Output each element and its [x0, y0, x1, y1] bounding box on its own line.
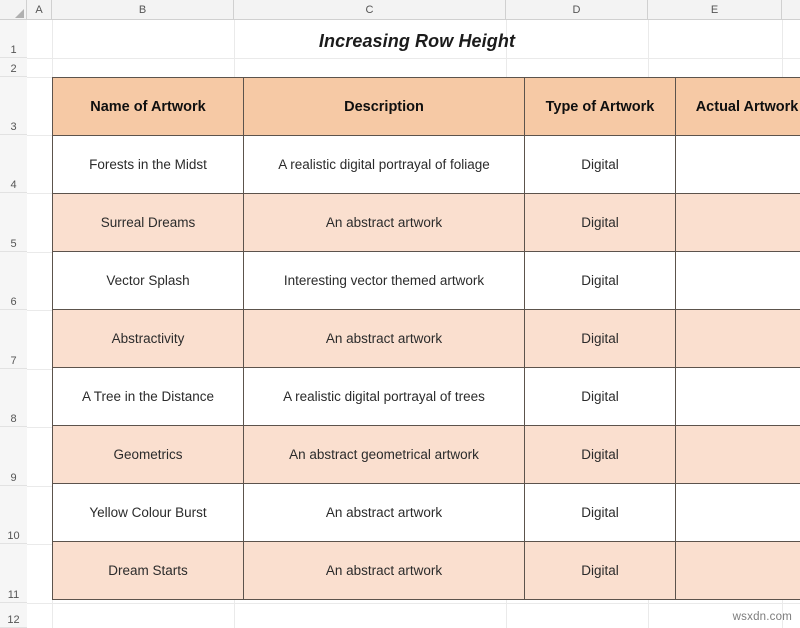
- cell-description[interactable]: Interesting vector themed artwork: [243, 251, 525, 310]
- row-header-11[interactable]: 11: [0, 544, 27, 603]
- table-header-row: Name of Artwork Description Type of Artw…: [52, 77, 800, 136]
- cell-type-of-artwork[interactable]: Digital: [524, 541, 676, 600]
- row-header-1[interactable]: 1: [0, 20, 27, 58]
- cell-name-of-artwork[interactable]: A Tree in the Distance: [52, 367, 244, 426]
- cell-type-of-artwork[interactable]: Digital: [524, 193, 676, 252]
- cell-description[interactable]: A realistic digital portrayal of trees: [243, 367, 525, 426]
- column-header-description[interactable]: Description: [243, 77, 525, 136]
- column-header-type-of-artwork[interactable]: Type of Artwork: [524, 77, 676, 136]
- column-header-name-of-artwork[interactable]: Name of Artwork: [52, 77, 244, 136]
- cell-description[interactable]: A realistic digital portrayal of foliage: [243, 135, 525, 194]
- cell-type-of-artwork[interactable]: Digital: [524, 251, 676, 310]
- cell-actual-artwork[interactable]: [675, 251, 800, 310]
- select-all-triangle-icon: [15, 9, 24, 18]
- row-header-4[interactable]: 4: [0, 135, 27, 193]
- cell-name-of-artwork[interactable]: Forests in the Midst: [52, 135, 244, 194]
- cell-actual-artwork[interactable]: [675, 309, 800, 368]
- row-header-6[interactable]: 6: [0, 252, 27, 310]
- column-header-b[interactable]: B: [52, 0, 234, 20]
- row-header-5[interactable]: 5: [0, 193, 27, 252]
- row-header-strip: 1 2 3 4 5 6 7 8 9 10 11 12: [0, 20, 27, 628]
- cell-type-of-artwork[interactable]: Digital: [524, 483, 676, 542]
- cell-description[interactable]: An abstract artwork: [243, 309, 525, 368]
- page-title: Increasing Row Height: [318, 31, 516, 51]
- cell-actual-artwork[interactable]: [675, 425, 800, 484]
- table-row: Dream Starts An abstract artwork Digital: [52, 541, 800, 600]
- table-row: Geometrics An abstract geometrical artwor…: [52, 425, 800, 484]
- row-header-3[interactable]: 3: [0, 77, 27, 135]
- table-row: Abstractivity An abstract artwork Digital: [52, 309, 800, 368]
- cell-name-of-artwork[interactable]: Dream Starts: [52, 541, 244, 600]
- cell-actual-artwork[interactable]: [675, 193, 800, 252]
- table-row: Yellow Colour Burst An abstract artwork Di…: [52, 483, 800, 542]
- cell-description[interactable]: An abstract artwork: [243, 541, 525, 600]
- cell-description[interactable]: An abstract artwork: [243, 483, 525, 542]
- table-row-header: Name of Artwork Description Type of Artw…: [52, 77, 800, 136]
- cell-type-of-artwork[interactable]: Digital: [524, 367, 676, 426]
- column-header-e[interactable]: E: [648, 0, 782, 20]
- cell-name-of-artwork[interactable]: Vector Splash: [52, 251, 244, 310]
- cell-actual-artwork[interactable]: [675, 541, 800, 600]
- watermark: wsxdn.com: [732, 611, 792, 623]
- gridline-horizontal: [27, 58, 800, 59]
- cell-description[interactable]: An abstract artwork: [243, 193, 525, 252]
- row-header-7[interactable]: 7: [0, 310, 27, 369]
- cell-actual-artwork[interactable]: [675, 483, 800, 542]
- table-row: A Tree in the Distance A realistic digita…: [52, 367, 800, 426]
- table-row: Surreal Dreams An abstract artwork Digital: [52, 193, 800, 252]
- row-header-10[interactable]: 10: [0, 486, 27, 544]
- column-header-a[interactable]: A: [27, 0, 52, 20]
- select-all-corner-button[interactable]: [0, 0, 27, 20]
- table-row: Vector Splash Interesting vector themed a…: [52, 251, 800, 310]
- table-body: Forests in the Midst A realistic digital …: [52, 135, 800, 600]
- cell-name-of-artwork[interactable]: Geometrics: [52, 425, 244, 484]
- table-row: Forests in the Midst A realistic digital …: [52, 135, 800, 194]
- row-header-9[interactable]: 9: [0, 427, 27, 486]
- spreadsheet-canvas: Increasing Row Height Name of Artwork De…: [0, 0, 800, 628]
- gridline-horizontal: [27, 603, 800, 604]
- cell-actual-artwork[interactable]: [675, 135, 800, 194]
- row-header-8[interactable]: 8: [0, 369, 27, 427]
- cell-type-of-artwork[interactable]: Digital: [524, 309, 676, 368]
- cell-name-of-artwork[interactable]: Yellow Colour Burst: [52, 483, 244, 542]
- cell-type-of-artwork[interactable]: Digital: [524, 425, 676, 484]
- cell-name-of-artwork[interactable]: Abstractivity: [52, 309, 244, 368]
- cell-type-of-artwork[interactable]: Digital: [524, 135, 676, 194]
- row-header-12[interactable]: 12: [0, 603, 27, 628]
- column-header-d[interactable]: D: [506, 0, 648, 20]
- cell-actual-artwork[interactable]: [675, 367, 800, 426]
- column-header-c[interactable]: C: [234, 0, 506, 20]
- row-header-2[interactable]: 2: [0, 58, 27, 77]
- column-header-partial[interactable]: [782, 0, 800, 20]
- column-header-actual-artwork[interactable]: Actual Artwork: [675, 77, 800, 136]
- cell-description[interactable]: An abstract geometrical artwork: [243, 425, 525, 484]
- cell-name-of-artwork[interactable]: Surreal Dreams: [52, 193, 244, 252]
- artwork-table: Name of Artwork Description Type of Artw…: [52, 77, 800, 600]
